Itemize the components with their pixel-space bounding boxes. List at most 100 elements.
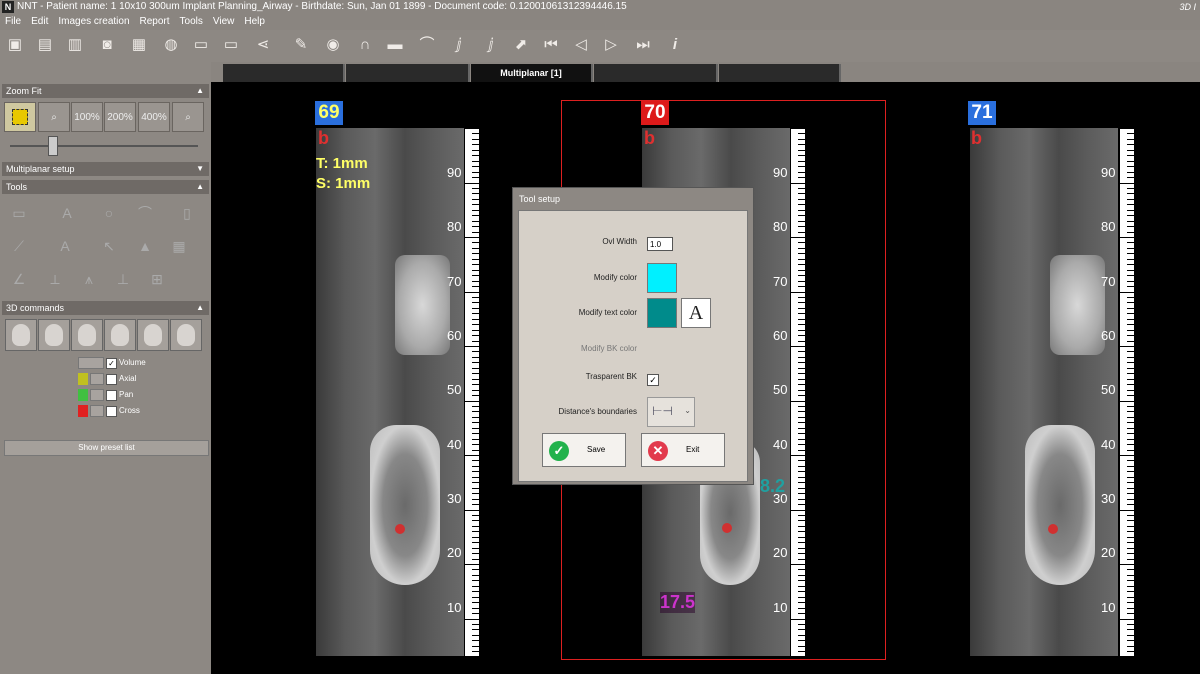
edit-icon[interactable]: ✎ bbox=[290, 34, 312, 56]
camera-icon[interactable]: ◙ bbox=[96, 34, 118, 56]
menu-edit[interactable]: Edit bbox=[31, 16, 48, 27]
ruler-icon[interactable]: ▬ bbox=[384, 34, 406, 56]
eye-icon[interactable]: ◉ bbox=[322, 34, 344, 56]
head-right-icon[interactable] bbox=[71, 319, 103, 351]
pointer-tool-icon[interactable]: ↖ bbox=[94, 232, 124, 260]
menu-report[interactable]: Report bbox=[140, 16, 170, 27]
3d-commands-header[interactable]: 3D commands ▲ bbox=[2, 301, 209, 315]
head-top-icon[interactable] bbox=[137, 319, 169, 351]
ruler-tick bbox=[1127, 177, 1134, 179]
angle-tool-icon[interactable]: ∠ bbox=[4, 265, 34, 293]
zoom-200-button[interactable]: 200% bbox=[104, 102, 136, 132]
exit-button[interactable]: ✕ Exit bbox=[641, 433, 725, 467]
menu-help[interactable]: Help bbox=[244, 16, 265, 27]
line-tool-icon[interactable]: ⟋ bbox=[4, 232, 34, 260]
ruler-tick bbox=[472, 351, 479, 353]
info-icon[interactable]: i bbox=[664, 34, 686, 56]
multiplanar-setup-header[interactable]: Multiplanar setup ▼ bbox=[2, 162, 209, 176]
head-back-icon[interactable] bbox=[104, 319, 136, 351]
distance-boundaries-select[interactable]: ⊢⊣ ⌄ bbox=[647, 397, 695, 427]
implant-icon[interactable]: ⅉ bbox=[448, 34, 470, 56]
save-button[interactable]: ✓ Save bbox=[542, 433, 626, 467]
modify-text-color-swatch[interactable] bbox=[647, 298, 677, 328]
circle-tool-icon[interactable]: ○ bbox=[94, 199, 124, 227]
zoom-magnifier-icon[interactable]: ⌕ bbox=[38, 102, 70, 132]
menu-tools[interactable]: Tools bbox=[180, 16, 203, 27]
zoom-100-button[interactable]: 100% bbox=[71, 102, 103, 132]
ruler-tick bbox=[798, 553, 805, 555]
users-icon[interactable]: ◍ bbox=[160, 34, 182, 56]
zoom-slider-track[interactable] bbox=[10, 145, 198, 147]
volume-settings-icon[interactable] bbox=[78, 357, 104, 369]
head-left-icon[interactable] bbox=[38, 319, 70, 351]
cross-color-swatch bbox=[78, 405, 88, 417]
title-right-label: 3D I bbox=[1179, 2, 1196, 12]
font-button[interactable]: A bbox=[681, 298, 711, 328]
volume-checkbox[interactable]: ✓ bbox=[106, 358, 117, 369]
head-front-icon[interactable] bbox=[5, 319, 37, 351]
axial-settings-icon[interactable] bbox=[90, 373, 104, 385]
text-tool-2-icon[interactable]: A bbox=[50, 232, 80, 260]
menu-view[interactable]: View bbox=[213, 16, 235, 27]
show-preset-button[interactable]: Show preset list bbox=[4, 440, 209, 456]
head-bottom-icon[interactable] bbox=[170, 319, 202, 351]
next-icon[interactable]: ▷ bbox=[600, 34, 622, 56]
save-icon[interactable]: ▣ bbox=[4, 34, 26, 56]
modify-color-swatch[interactable] bbox=[647, 263, 677, 293]
zoom-custom-icon[interactable]: ⌕ bbox=[172, 102, 204, 132]
grid-tool-icon[interactable]: ▦ bbox=[164, 232, 194, 260]
curve-tool-icon[interactable]: ⌒ bbox=[130, 199, 160, 227]
zoom-400-button[interactable]: 400% bbox=[138, 102, 170, 132]
abutment-tool-icon[interactable]: ⊥ bbox=[108, 265, 138, 293]
implant-yellow-icon[interactable]: ⅉ bbox=[480, 34, 502, 56]
cross-settings-icon[interactable] bbox=[90, 405, 104, 417]
save-all-icon[interactable]: ▤ bbox=[34, 34, 56, 56]
crown-tool-icon[interactable]: ⊞ bbox=[142, 265, 172, 293]
prev-icon[interactable]: ◁ bbox=[570, 34, 592, 56]
ruler-tool-icon[interactable]: ▭ bbox=[4, 199, 34, 227]
ruler-tick bbox=[472, 471, 479, 473]
zoom-slider-thumb[interactable] bbox=[48, 136, 58, 156]
pan-settings-icon[interactable] bbox=[90, 389, 104, 401]
tab-2[interactable] bbox=[346, 64, 470, 82]
ruler-tick bbox=[472, 258, 479, 260]
share-icon[interactable]: ⋖ bbox=[252, 34, 274, 56]
bar-tool-icon[interactable]: ▯ bbox=[172, 199, 202, 227]
ruler-tick bbox=[472, 389, 479, 391]
ruler-tick bbox=[472, 138, 479, 140]
menu-file[interactable]: File bbox=[5, 16, 21, 27]
pan-checkbox[interactable] bbox=[106, 390, 117, 401]
ruler-tick bbox=[472, 531, 479, 533]
text-tool-icon[interactable]: A bbox=[52, 199, 82, 227]
zoom-fit-header[interactable]: Zoom Fit ▲ bbox=[2, 84, 209, 98]
first-icon[interactable]: ⏮ bbox=[540, 34, 562, 56]
zoom-fit-icon[interactable] bbox=[4, 102, 36, 132]
tooth-tool-icon[interactable]: ⩚ bbox=[74, 265, 104, 293]
print-icon[interactable]: ▭ bbox=[220, 34, 242, 56]
tools-header[interactable]: Tools ▲ bbox=[2, 180, 209, 194]
implant-green-icon[interactable]: ⬈ bbox=[510, 34, 532, 56]
printer-icon[interactable]: ▭ bbox=[190, 34, 212, 56]
export-icon[interactable]: ▥ bbox=[64, 34, 86, 56]
ruler-tick bbox=[472, 198, 479, 200]
transparent-bk-checkbox[interactable]: ✓ bbox=[647, 374, 659, 386]
arch-icon[interactable]: ∩ bbox=[354, 34, 376, 56]
ovl-width-input[interactable]: 1.0 bbox=[647, 237, 673, 251]
last-icon[interactable]: ⏭ bbox=[632, 34, 654, 56]
axial-checkbox[interactable] bbox=[106, 374, 117, 385]
nerve-marker bbox=[1048, 524, 1058, 534]
ruler-tick bbox=[472, 226, 479, 228]
chart-tool-icon[interactable]: ▲ bbox=[130, 232, 160, 260]
implant-tool-icon[interactable]: ⟂ bbox=[40, 265, 70, 293]
ruler-tick bbox=[472, 547, 479, 549]
curve-icon[interactable]: ⌒ bbox=[416, 34, 438, 56]
tab-4[interactable] bbox=[594, 64, 718, 82]
ruler-tick bbox=[791, 237, 805, 238]
folder-icon[interactable]: ▦ bbox=[128, 34, 150, 56]
tab-1[interactable] bbox=[223, 64, 345, 82]
tab-multiplanar[interactable]: Multiplanar [1] bbox=[471, 64, 593, 82]
tab-5[interactable] bbox=[719, 64, 841, 82]
cross-checkbox[interactable] bbox=[106, 406, 117, 417]
ruler-tick bbox=[798, 335, 805, 337]
menu-images-creation[interactable]: Images creation bbox=[58, 16, 129, 27]
